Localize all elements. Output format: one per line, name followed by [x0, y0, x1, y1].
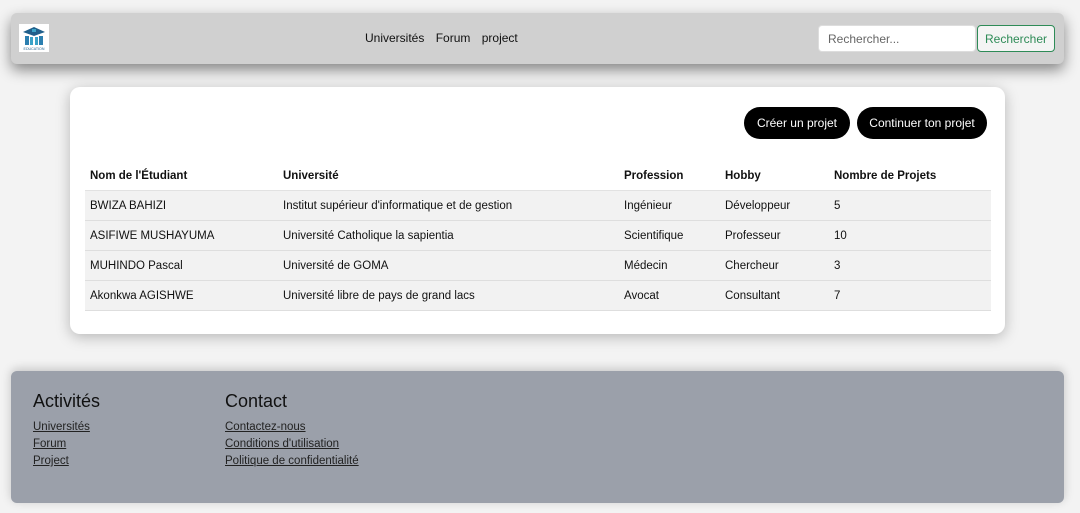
table-row: ASIFIWE MUSHAYUMA Université Catholique …	[85, 220, 991, 251]
footer-contact: Contact Contactez-nous Conditions d'util…	[225, 391, 359, 470]
create-project-button[interactable]: Créer un projet	[744, 107, 850, 139]
cell-hobby: Professeur	[720, 220, 829, 251]
cell-hobby: Consultant	[720, 280, 829, 311]
footer-link-contact[interactable]: Contactez-nous	[225, 419, 359, 436]
cell-profession: Avocat	[619, 280, 720, 311]
footer-activities-title: Activités	[33, 391, 101, 411]
cell-hobby: Développeur	[720, 190, 829, 221]
cell-project-count: 5	[829, 190, 991, 221]
cell-student-name: MUHINDO Pascal	[85, 250, 278, 281]
cell-university: Université libre de pays de grand lacs	[278, 280, 619, 311]
header-project-count: Nombre de Projets	[829, 161, 991, 191]
nav-link-project[interactable]: project	[482, 31, 518, 45]
header-hobby: Hobby	[720, 161, 829, 191]
continue-project-button[interactable]: Continuer ton projet	[857, 107, 987, 139]
header-profession: Profession	[619, 161, 720, 191]
cell-profession: Scientifique	[619, 220, 720, 251]
cell-university: Institut supérieur d'informatique et de …	[278, 190, 619, 221]
table-header-row: Nom de l'Étudiant Université Profession …	[85, 161, 991, 191]
logo-text: EDUCATION	[24, 47, 45, 51]
table-row: Akonkwa AGISHWE Université libre de pays…	[85, 280, 991, 311]
cell-student-name: Akonkwa AGISHWE	[85, 280, 278, 311]
search-button[interactable]: Rechercher	[977, 25, 1055, 52]
cell-hobby: Chercheur	[720, 250, 829, 281]
header-student-name: Nom de l'Étudiant	[85, 161, 278, 191]
students-table: Nom de l'Étudiant Université Profession …	[85, 161, 991, 311]
cell-project-count: 7	[829, 280, 991, 311]
cell-profession: Médecin	[619, 250, 720, 281]
cell-profession: Ingénieur	[619, 190, 720, 221]
cell-project-count: 3	[829, 250, 991, 281]
footer-link-forum[interactable]: Forum	[33, 436, 100, 453]
nav-link-universites[interactable]: Universités	[365, 31, 424, 45]
cell-university: Université Catholique la sapientia	[278, 220, 619, 251]
table-row: BWIZA BAHIZI Institut supérieur d'inform…	[85, 190, 991, 221]
footer-activities: Activités Universités Forum Project	[33, 391, 100, 470]
nav-link-forum[interactable]: Forum	[436, 31, 471, 45]
footer-link-terms[interactable]: Conditions d'utilisation	[225, 436, 359, 453]
footer-link-universites[interactable]: Universités	[33, 419, 100, 436]
footer-link-privacy[interactable]: Politique de confidentialité	[225, 453, 359, 470]
cell-project-count: 10	[829, 220, 991, 251]
cell-student-name: ASIFIWE MUSHAYUMA	[85, 220, 278, 251]
site-footer: Activités Universités Forum Project Cont…	[11, 371, 1064, 503]
search-input[interactable]	[818, 25, 976, 52]
footer-link-project[interactable]: Project	[33, 453, 100, 470]
nav-links: Universités Forum project	[365, 31, 526, 45]
cell-student-name: BWIZA BAHIZI	[85, 190, 278, 221]
projects-card: Créer un projet Continuer ton projet Nom…	[70, 87, 1005, 334]
footer-contact-title: Contact	[225, 391, 288, 411]
table-row: MUHINDO Pascal Université de GOMA Médeci…	[85, 250, 991, 281]
header-university: Université	[278, 161, 619, 191]
cell-university: Université de GOMA	[278, 250, 619, 281]
top-navbar: EDUCATION Universités Forum project Rech…	[11, 13, 1064, 64]
education-logo[interactable]: EDUCATION	[19, 24, 49, 52]
